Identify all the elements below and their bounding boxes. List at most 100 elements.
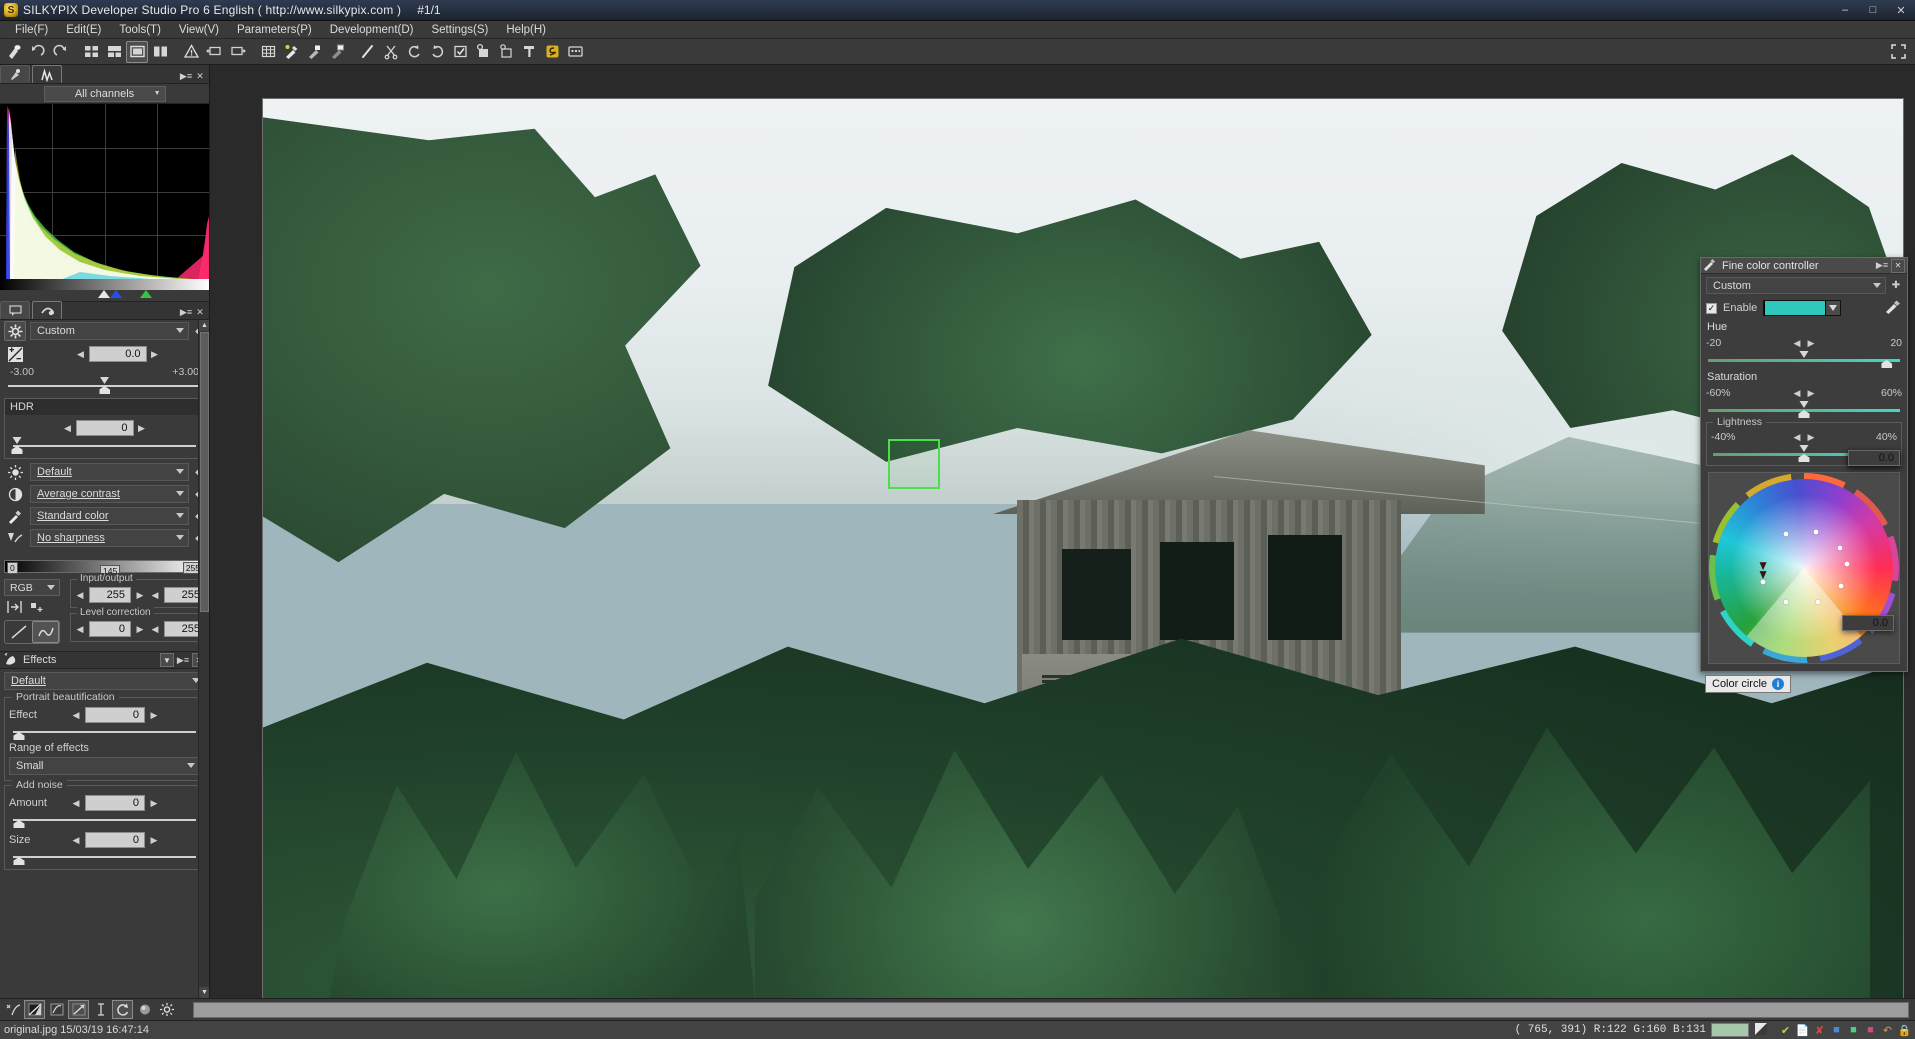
- hdr-slider[interactable]: [11, 437, 196, 454]
- single-view-icon[interactable]: [126, 40, 148, 63]
- color-circle-dot[interactable]: [1783, 531, 1789, 537]
- hdr-value[interactable]: 0: [75, 420, 134, 436]
- blue-tag-icon[interactable]: ■: [1830, 1023, 1843, 1037]
- exposure-increment[interactable]: ▶: [149, 346, 161, 362]
- star-settings-icon[interactable]: [495, 41, 517, 63]
- effects-preset-select[interactable]: Default: [4, 672, 205, 690]
- tone-curve-icon[interactable]: [24, 1000, 45, 1019]
- panel-menu-icon[interactable]: ▶≡: [1875, 259, 1889, 273]
- grid-overlay-icon[interactable]: [257, 41, 279, 63]
- fcc-lightness-increment[interactable]: ▶: [1805, 429, 1817, 445]
- effects-collapse-icon[interactable]: ▼: [160, 653, 174, 667]
- color-circle-dot[interactable]: [1837, 545, 1843, 551]
- menu-tools[interactable]: Tools(T): [110, 21, 170, 39]
- settings-gear-icon[interactable]: [156, 1000, 177, 1019]
- rotate-right-icon[interactable]: [226, 41, 248, 63]
- redo-icon[interactable]: [49, 41, 71, 63]
- undo-icon[interactable]: [26, 41, 48, 63]
- exposure-knob[interactable]: [99, 386, 110, 394]
- green-tag-icon[interactable]: ■: [1847, 1023, 1860, 1037]
- portrait-effect-slider[interactable]: [13, 724, 196, 740]
- menu-edit[interactable]: Edit(E): [57, 21, 110, 39]
- taste-preset-select[interactable]: Custom: [30, 322, 189, 340]
- fcc-hue-slider[interactable]: [1708, 351, 1900, 368]
- tab-develop[interactable]: [32, 301, 62, 319]
- rotate-cw-icon[interactable]: [426, 41, 448, 63]
- color-circle-dot[interactable]: [1844, 561, 1850, 567]
- gray-picker-icon[interactable]: [303, 41, 325, 63]
- rotate-icon[interactable]: [112, 1000, 133, 1019]
- exposure-slider[interactable]: [8, 377, 201, 394]
- add-point-icon[interactable]: [29, 600, 46, 617]
- reset-levels-icon[interactable]: [6, 600, 23, 617]
- color-circle-selected-dot[interactable]: [1760, 579, 1766, 585]
- rotate-left-icon[interactable]: [203, 41, 225, 63]
- sample-size-icon[interactable]: [1754, 1022, 1768, 1039]
- scrollbar-thumb[interactable]: [200, 332, 209, 612]
- spot-brush-icon[interactable]: [357, 41, 379, 63]
- gear-icon[interactable]: [4, 321, 26, 341]
- brush-icon[interactable]: [3, 41, 25, 63]
- range-of-effects-select[interactable]: Small: [9, 757, 200, 775]
- close-icon[interactable]: ✕: [193, 305, 207, 319]
- fcc-preset-select[interactable]: Custom: [1706, 277, 1886, 294]
- checkbox-icon[interactable]: [449, 41, 471, 63]
- warning-icon[interactable]: [180, 41, 202, 63]
- tab-comment[interactable]: [0, 301, 30, 319]
- white-point-marker[interactable]: [140, 290, 152, 298]
- scissors-icon[interactable]: [380, 41, 402, 63]
- noise-amount-decrement[interactable]: ◀: [70, 795, 82, 811]
- close-icon[interactable]: ✕: [193, 69, 207, 83]
- red-tag-icon[interactable]: ■: [1864, 1023, 1877, 1037]
- lens-icon[interactable]: [134, 1000, 155, 1019]
- preset-contrast-select[interactable]: Average contrast: [30, 485, 189, 503]
- fcc-lightness-decrement[interactable]: ◀: [1791, 429, 1803, 445]
- check-icon[interactable]: ✔: [1779, 1023, 1792, 1037]
- color-circle-frame[interactable]: Color circle i: [1705, 472, 1900, 693]
- portrait-effect-increment[interactable]: ▶: [148, 707, 160, 723]
- linear-curve-icon[interactable]: [5, 621, 32, 643]
- menu-parameters[interactable]: Parameters(P): [228, 21, 321, 39]
- chevron-down-icon[interactable]: [1826, 301, 1841, 315]
- input-decrement[interactable]: ◀: [74, 587, 86, 603]
- level-high-decrement[interactable]: ◀: [149, 621, 161, 637]
- output-decrement[interactable]: ◀: [149, 587, 161, 603]
- noise-size-increment[interactable]: ▶: [148, 832, 160, 848]
- fcc-lightness-value[interactable]: 0.0: [1842, 615, 1894, 631]
- input-increment[interactable]: ▶: [134, 587, 146, 603]
- maximize-button[interactable]: □: [1859, 1, 1887, 20]
- level-low-value[interactable]: 0: [89, 621, 131, 637]
- noise-amount-increment[interactable]: ▶: [148, 795, 160, 811]
- color-sample-selection[interactable]: [888, 439, 940, 489]
- color-circle-dot[interactable]: [1815, 599, 1821, 605]
- hdr-decrement[interactable]: ◀: [62, 420, 74, 436]
- preview-image[interactable]: [262, 98, 1904, 998]
- left-panel-scrollbar[interactable]: ▲ ▼: [198, 320, 209, 998]
- image-viewport[interactable]: Fine color controller ▶≡ ✕ Custom ✚ ✓ En…: [210, 65, 1915, 998]
- fcc-enable-checkbox[interactable]: ✓: [1706, 302, 1717, 314]
- level-black-tag[interactable]: 0: [7, 562, 18, 574]
- rotate-ccw-icon[interactable]: [403, 41, 425, 63]
- noise-amount-knob[interactable]: [13, 820, 25, 828]
- info-icon[interactable]: i: [1772, 678, 1785, 690]
- fcc-saturation-decrement[interactable]: ◀: [1791, 385, 1803, 401]
- text-icon[interactable]: [90, 1000, 111, 1019]
- noise-amount-value[interactable]: 0: [85, 795, 145, 811]
- input-value[interactable]: 255: [89, 587, 131, 603]
- noise-size-slider[interactable]: [13, 849, 196, 865]
- noise-size-decrement[interactable]: ◀: [70, 832, 82, 848]
- menu-development[interactable]: Development(D): [321, 21, 423, 39]
- thumbnail-list-icon[interactable]: [103, 41, 125, 63]
- fcc-hue-decrement[interactable]: ◀: [1791, 335, 1803, 351]
- color-picker-icon[interactable]: [1885, 299, 1902, 317]
- preset-sharpness-select[interactable]: No sharpness: [30, 529, 189, 547]
- delete-icon[interactable]: ✘: [1813, 1023, 1826, 1037]
- add-preset-icon[interactable]: ✚: [1890, 280, 1902, 291]
- panel-menu-icon[interactable]: ▶≡: [179, 69, 193, 83]
- spline-curve-icon[interactable]: [32, 621, 59, 643]
- noise-size-knob[interactable]: [13, 857, 25, 865]
- noise-reduction-icon[interactable]: [2, 1000, 23, 1019]
- noise-amount-slider[interactable]: [13, 812, 196, 828]
- black-point-marker[interactable]: [98, 290, 110, 298]
- portrait-effect-knob[interactable]: [13, 732, 25, 740]
